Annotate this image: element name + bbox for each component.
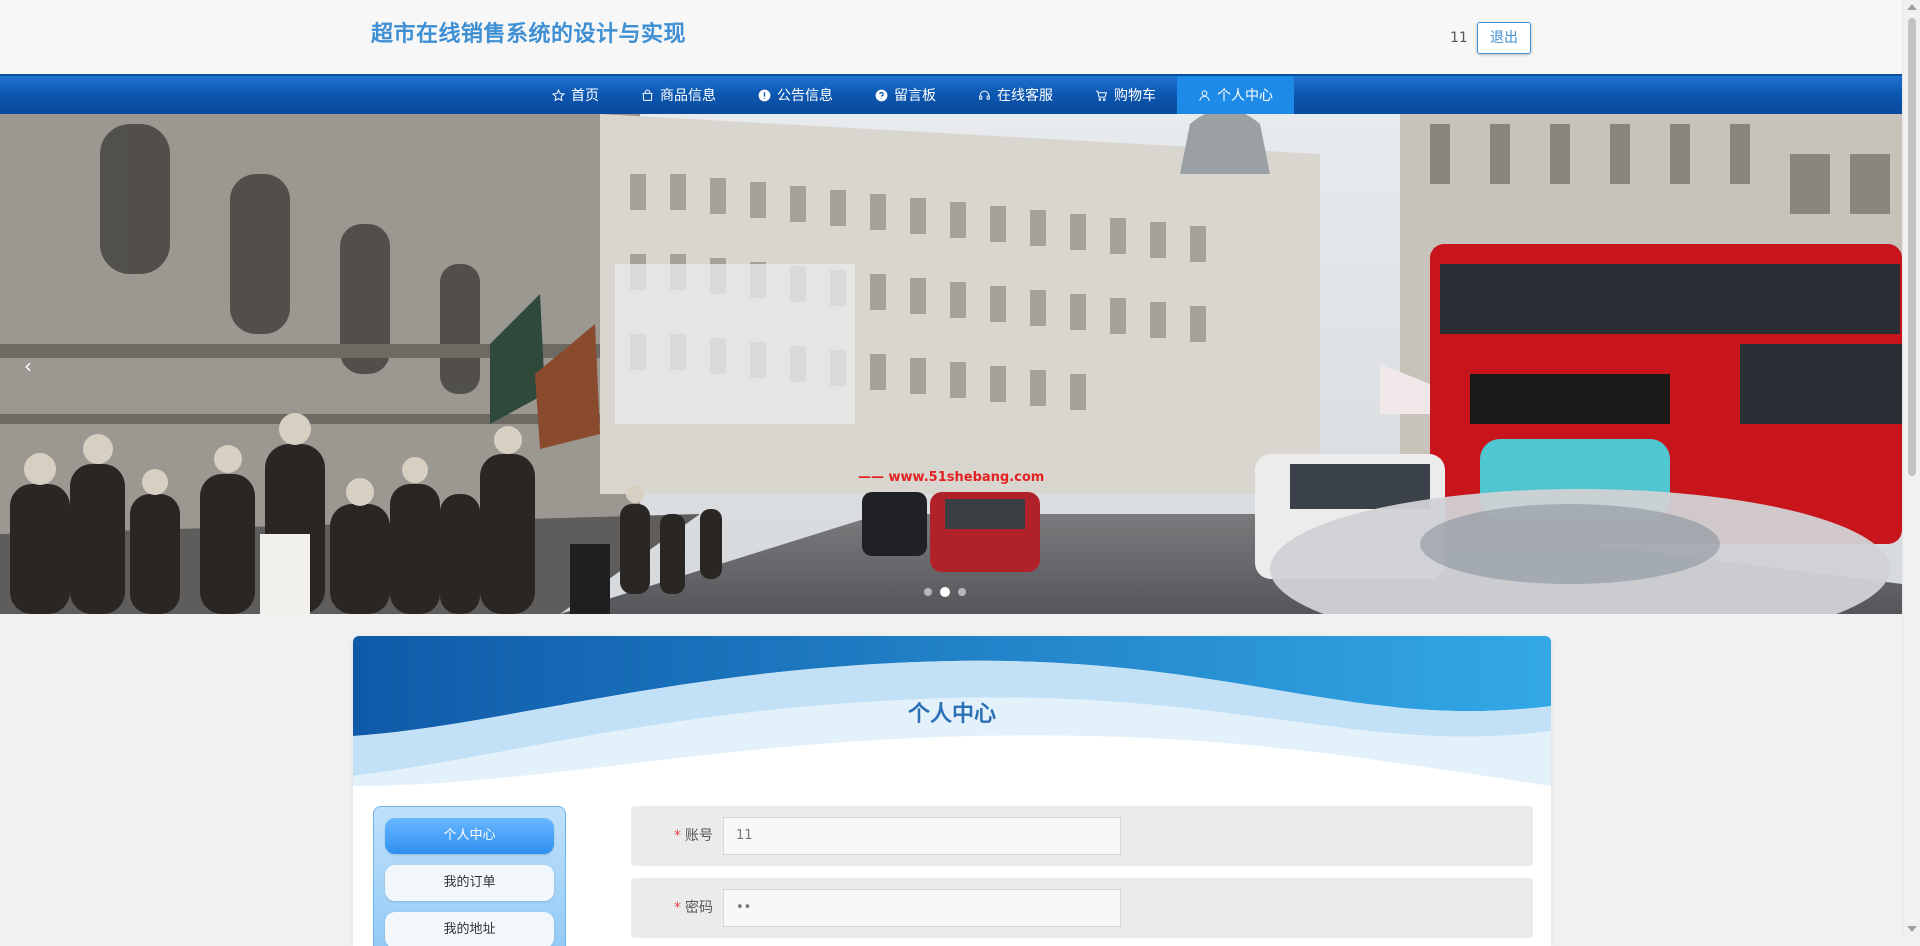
nav-item-notices[interactable]: 公告信息: [737, 76, 854, 114]
bag-icon: [642, 89, 653, 101]
headset-icon: [979, 90, 990, 100]
nav-item-home[interactable]: 首页: [531, 76, 620, 114]
nav-item-label: 商品信息: [660, 88, 716, 104]
personal-center-panel: 个人中心 个人中心 我的订单 我的地址 * 账号 11 * 密码 ••: [353, 636, 1551, 946]
nav-item-label: 在线客服: [997, 88, 1053, 104]
alert-circle-icon: [758, 89, 771, 101]
cart-icon: [1096, 90, 1108, 101]
current-user-name: 11: [1450, 30, 1468, 46]
account-field[interactable]: 11: [723, 817, 1121, 855]
question-circle-icon: [875, 89, 888, 101]
side-menu-my-address[interactable]: 我的地址: [385, 912, 554, 946]
logout-button[interactable]: 退出: [1477, 22, 1531, 54]
password-label: * 密码: [631, 878, 713, 938]
side-menu: 个人中心 我的订单 我的地址: [373, 806, 566, 946]
nav-item-message-board[interactable]: 留言板: [854, 76, 957, 114]
account-label-text: 账号: [685, 828, 713, 844]
carousel-prev-arrow[interactable]: ‹: [24, 354, 32, 378]
site-title: 超市在线销售系统的设计与实现: [371, 22, 687, 47]
nav-item-label: 留言板: [894, 88, 936, 104]
scroll-down-arrow-icon[interactable]: [1907, 926, 1917, 932]
main-navbar: 首页 商品信息 公告信息 留言板 在线客服 购物车 个人中心: [0, 74, 1902, 114]
star-icon: [552, 88, 565, 101]
side-menu-my-orders[interactable]: 我的订单: [385, 865, 554, 901]
required-mark: *: [674, 900, 681, 916]
scroll-thumb[interactable]: [1908, 18, 1916, 476]
required-mark: *: [674, 828, 681, 844]
carousel-dot-2[interactable]: [940, 587, 950, 597]
carousel-dot-1[interactable]: [924, 588, 932, 596]
user-icon: [1199, 89, 1210, 101]
nav-item-label: 首页: [571, 88, 599, 104]
nav-item-label: 个人中心: [1217, 88, 1273, 104]
scroll-up-arrow-icon[interactable]: [1907, 4, 1917, 10]
nav-item-label: 购物车: [1114, 88, 1156, 104]
side-menu-personal-center[interactable]: 个人中心: [385, 818, 554, 854]
password-field[interactable]: ••: [723, 889, 1121, 927]
nav-items: 首页 商品信息 公告信息 留言板 在线客服 购物车 个人中心: [531, 76, 1294, 114]
panel-title: 个人中心: [907, 702, 996, 727]
nav-item-personal-center[interactable]: 个人中心: [1177, 76, 1294, 114]
form-row-account: * 账号 11: [631, 806, 1533, 866]
form-row-password: * 密码 ••: [631, 878, 1533, 938]
top-header: 超市在线销售系统的设计与实现 11 退出: [0, 0, 1902, 74]
banner-carousel[interactable]: ‹ —— www.51shebang.com: [0, 114, 1902, 614]
carousel-dots: [924, 587, 966, 597]
nav-item-products[interactable]: 商品信息: [620, 76, 737, 114]
password-label-text: 密码: [685, 900, 713, 916]
banner-photo: [0, 114, 1902, 614]
nav-item-label: 公告信息: [777, 88, 833, 104]
account-label: * 账号: [631, 806, 713, 866]
page-scrollbar[interactable]: [1902, 0, 1920, 936]
nav-item-cart[interactable]: 购物车: [1074, 76, 1177, 114]
banner-watermark: —— www.51shebang.com: [858, 470, 1045, 485]
carousel-dot-3[interactable]: [958, 588, 966, 596]
nav-item-customer-service[interactable]: 在线客服: [957, 76, 1074, 114]
